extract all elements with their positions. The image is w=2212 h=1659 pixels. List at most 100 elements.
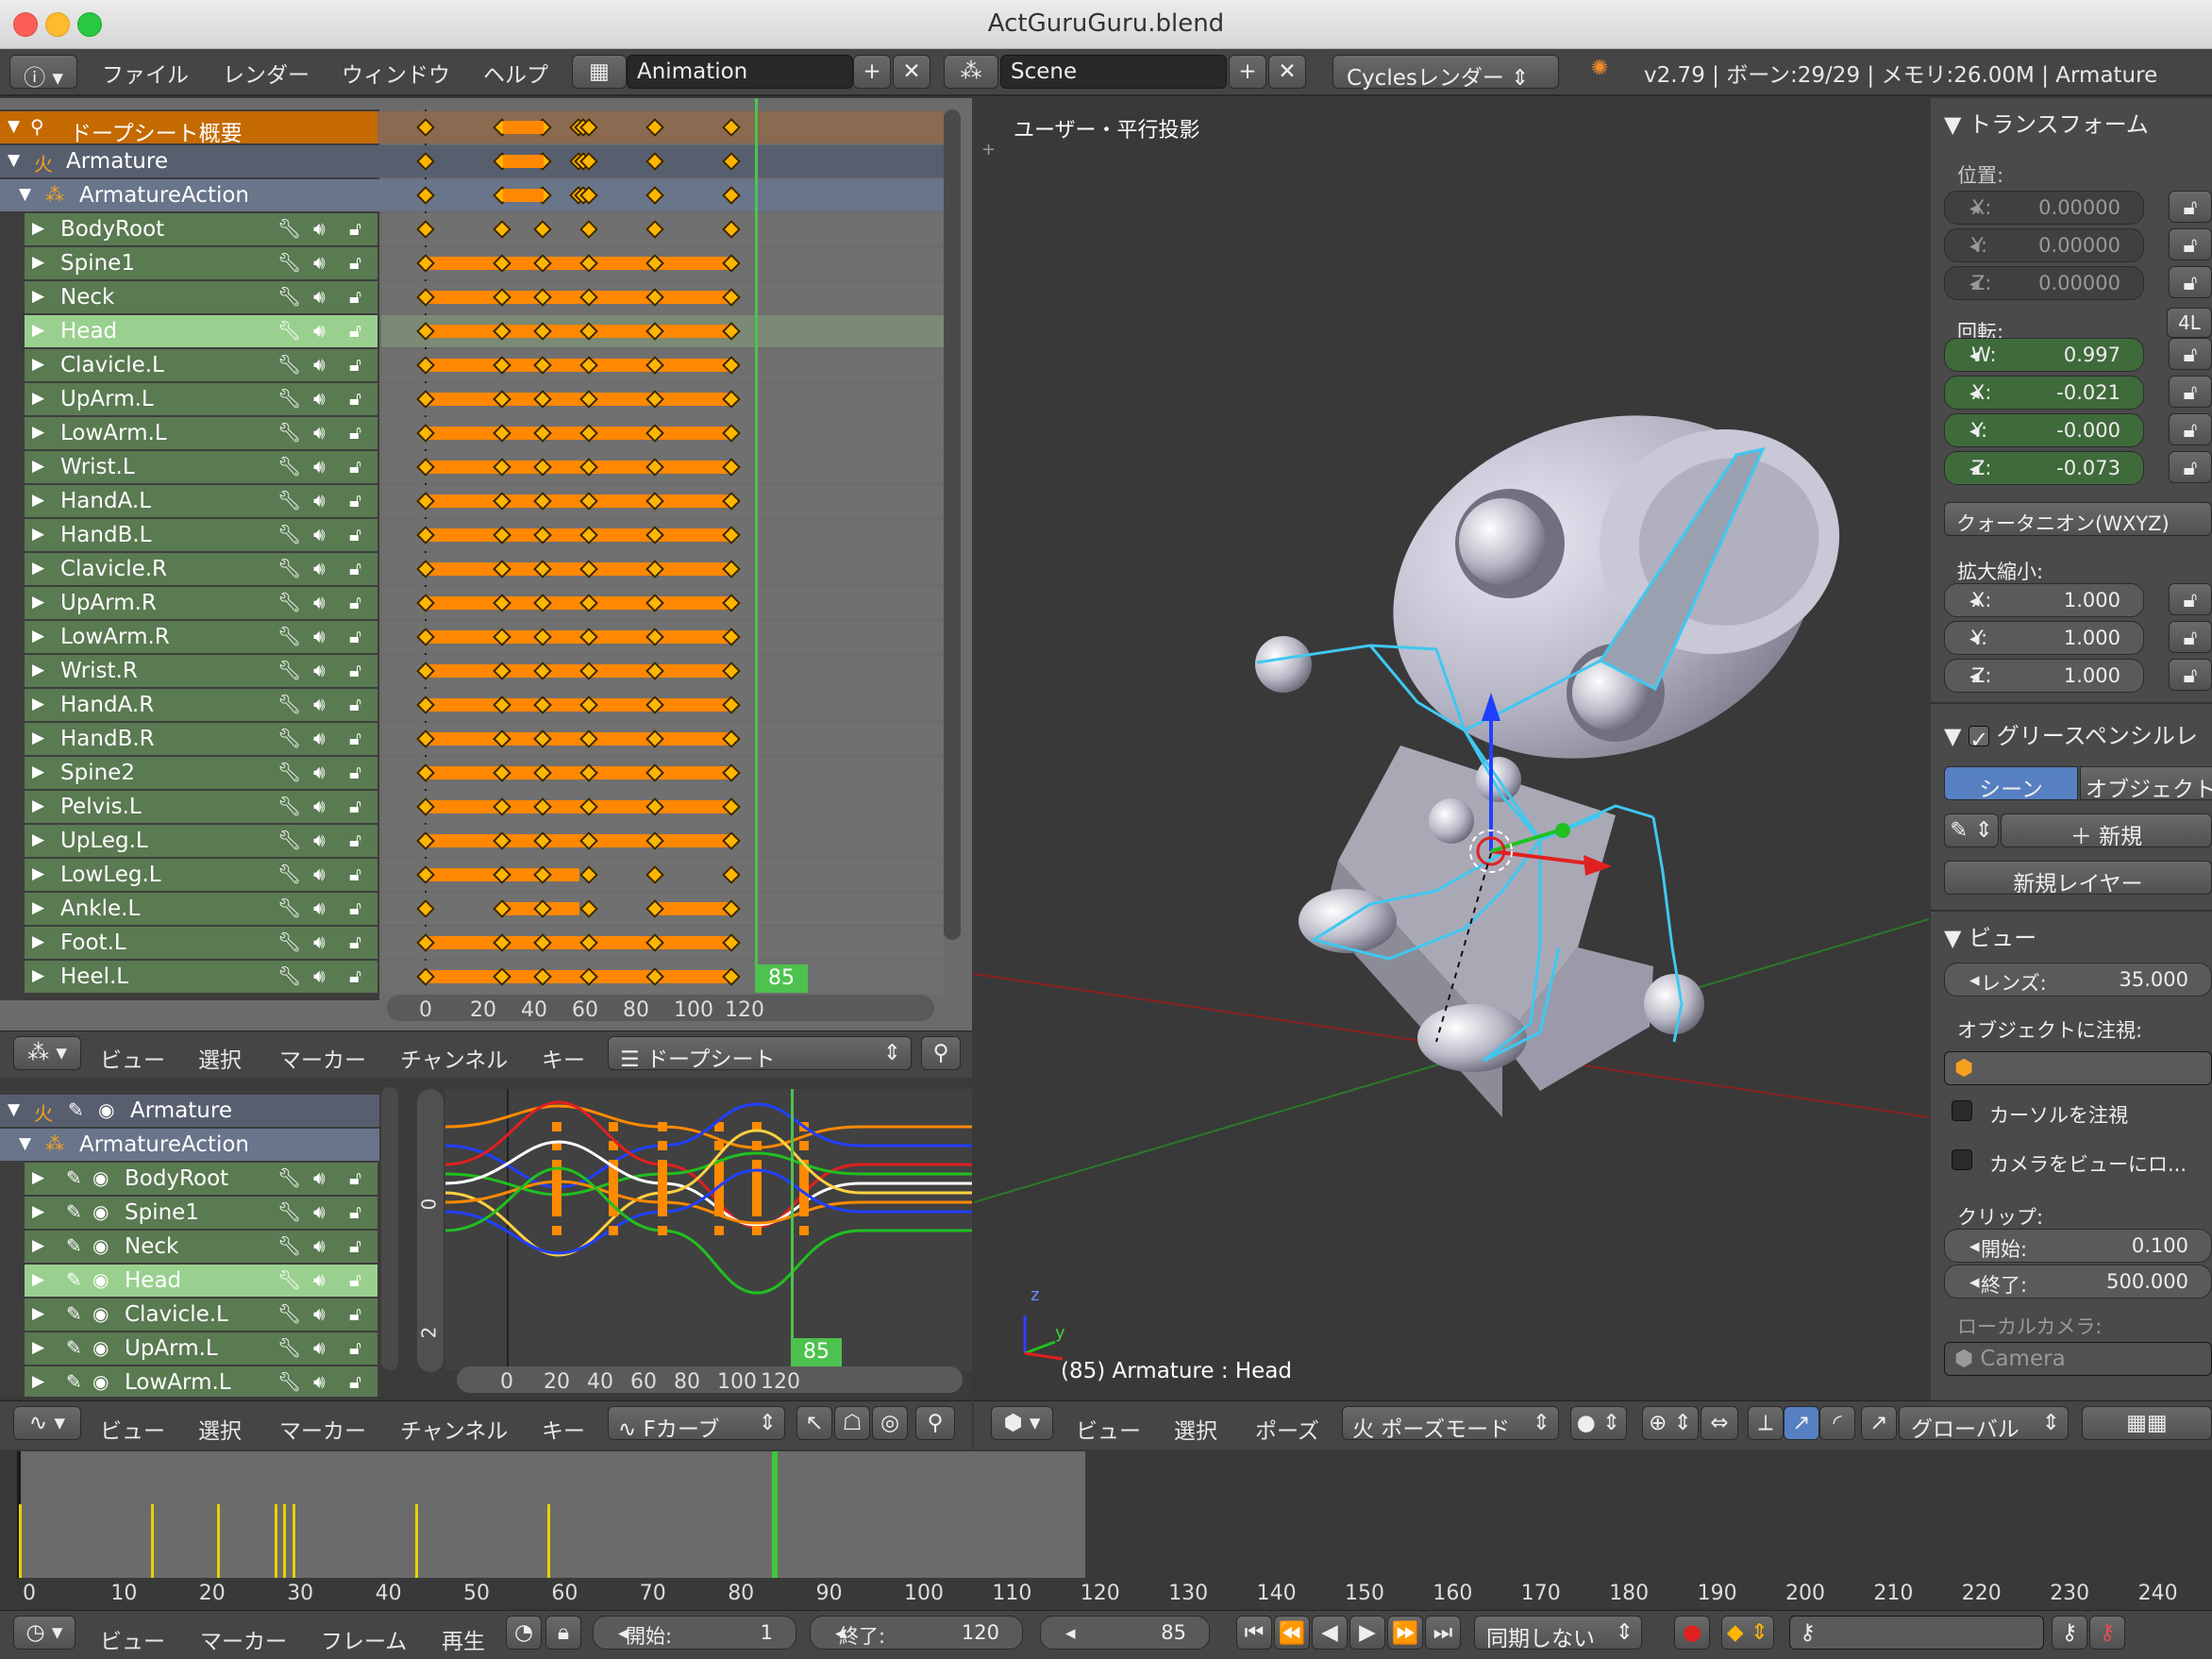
pin-icon[interactable]: ✎ bbox=[68, 1098, 84, 1121]
graph-menu-view[interactable]: ビュー bbox=[100, 1413, 165, 1445]
modifier-wrench-icon[interactable]: 🔧︎ bbox=[277, 1268, 301, 1291]
modifier-wrench-icon[interactable]: 🔧︎ bbox=[277, 1302, 301, 1325]
eye-icon[interactable]: ◉ bbox=[92, 1268, 109, 1291]
dopesheet-ruler[interactable] bbox=[387, 995, 934, 1021]
viewport-menu-view[interactable]: ビュー bbox=[1076, 1413, 1141, 1445]
view-panel-header[interactable]: ▼ ビュー bbox=[1944, 919, 2036, 952]
mute-speaker-icon[interactable]: 🔊︎ bbox=[313, 897, 326, 919]
manipulator-toggle[interactable]: ⇔ bbox=[1701, 1406, 1738, 1440]
expand-triangle-icon[interactable]: ▶ bbox=[32, 219, 44, 238]
channel-row[interactable]: ▶ Heel.L 🔧︎ 🔊︎ 🔓︎ bbox=[25, 961, 377, 993]
timeline-menu-frame[interactable]: フレーム bbox=[321, 1623, 407, 1655]
collapse-triangle-icon[interactable]: ▼ bbox=[19, 1134, 31, 1153]
rotation-mode-dropdown[interactable]: クォータニオン(WXYZ) bbox=[1944, 502, 2212, 536]
mute-speaker-icon[interactable]: 🔊︎ bbox=[313, 659, 326, 681]
mute-speaker-icon[interactable]: 🔊︎ bbox=[313, 285, 326, 308]
modifier-wrench-icon[interactable]: 🔧︎ bbox=[277, 863, 301, 885]
dopesheet-menu-select[interactable]: 選択 bbox=[198, 1042, 242, 1074]
graph-channel-row[interactable]: ▶ ✎ ◉ LowArm.L 🔧︎ 🔊︎ 🔓︎ bbox=[25, 1366, 377, 1397]
graph-mode-dropdown[interactable]: ∿ Fカーブ ⇕ bbox=[608, 1406, 785, 1442]
modifier-wrench-icon[interactable]: 🔧︎ bbox=[277, 795, 301, 817]
graph-armature-channel[interactable]: ▼ ⽕ ✎ ◉ Armature bbox=[0, 1095, 377, 1127]
mute-speaker-icon[interactable]: 🔊︎ bbox=[313, 251, 326, 274]
mute-speaker-icon[interactable]: 🔊︎ bbox=[313, 727, 326, 749]
fcurve-keyframe[interactable] bbox=[799, 1169, 809, 1179]
fcurve-keyframe[interactable] bbox=[658, 1188, 667, 1198]
armature-object-channel[interactable]: ▼ ⽕ Armature bbox=[0, 145, 377, 177]
channel-row[interactable]: ▶ Clavicle.R 🔧︎ 🔊︎ 🔓︎ bbox=[25, 553, 377, 585]
graph-channel-row[interactable]: ▶ ✎ ◉ Neck 🔧︎ 🔊︎ 🔓︎ bbox=[25, 1231, 377, 1263]
dopesheet-menu-marker[interactable]: マーカー bbox=[279, 1042, 366, 1074]
scene-icon[interactable]: ⁂ bbox=[944, 55, 998, 89]
modifier-wrench-icon[interactable]: 🔧︎ bbox=[277, 625, 301, 647]
lock-icon[interactable]: 🔓︎ bbox=[349, 557, 361, 579]
expand-triangle-icon[interactable]: ▶ bbox=[32, 1372, 44, 1391]
fcurve-keyframe[interactable] bbox=[752, 1141, 762, 1150]
gp-new-button[interactable]: ＋ 新規 bbox=[2001, 813, 2212, 849]
lock-camera-checkbox[interactable] bbox=[1952, 1149, 1972, 1170]
graph-menu-marker[interactable]: マーカー bbox=[279, 1413, 366, 1445]
lock-icon[interactable]: 🔓︎ bbox=[349, 591, 361, 613]
fcurve-keyframe[interactable] bbox=[658, 1141, 667, 1150]
mute-speaker-icon[interactable]: 🔊︎ bbox=[313, 1200, 326, 1223]
rotation-field[interactable]: ◂ Y: -0.000 bbox=[1944, 413, 2144, 447]
lock-icon[interactable]: 🔓︎ bbox=[349, 319, 361, 342]
gp-pencil-dropdown[interactable]: ✎ ⇕ bbox=[1944, 813, 1999, 847]
fcurve-keyframe[interactable] bbox=[752, 1179, 762, 1188]
jump-end-button[interactable]: ⏭ bbox=[1425, 1616, 1461, 1650]
timeline-keyframe-marker[interactable] bbox=[547, 1504, 551, 1578]
lock-icon[interactable]: 🔓︎ bbox=[2169, 451, 2212, 483]
mute-speaker-icon[interactable]: 🔊︎ bbox=[313, 829, 326, 851]
grease-pencil-checkbox[interactable]: ✓ bbox=[1969, 726, 1990, 753]
rotation-field[interactable]: ◂ Z: -0.073 bbox=[1944, 451, 2144, 485]
timeline-keyframe-marker[interactable] bbox=[217, 1504, 221, 1578]
fcurve-keyframe[interactable] bbox=[552, 1198, 561, 1207]
screen-layout-icon[interactable]: ▦ bbox=[572, 55, 627, 89]
jump-start-button[interactable]: ⏮ bbox=[1236, 1616, 1272, 1650]
expand-triangle-icon[interactable]: ▶ bbox=[32, 1270, 44, 1289]
modifier-wrench-icon[interactable]: 🔧︎ bbox=[277, 897, 301, 919]
expand-triangle-icon[interactable]: ▶ bbox=[32, 1168, 44, 1187]
eye-icon[interactable]: ◉ bbox=[92, 1370, 109, 1393]
dopesheet-menu-view[interactable]: ビュー bbox=[100, 1042, 165, 1074]
expand-triangle-icon[interactable]: ▶ bbox=[32, 491, 44, 510]
expand-triangle-icon[interactable]: ▶ bbox=[32, 389, 44, 408]
lens-field[interactable]: ◂ レンズ: 35.000 bbox=[1944, 963, 2212, 997]
gp-tab-scene[interactable]: シーン bbox=[1944, 766, 2078, 802]
modifier-wrench-icon[interactable]: 🔧︎ bbox=[277, 1336, 301, 1359]
graph-ruler[interactable] bbox=[457, 1366, 963, 1393]
scale-field[interactable]: ◂ X: 1.000 bbox=[1944, 583, 2144, 617]
channel-row[interactable]: ▶ HandA.R 🔧︎ 🔊︎ 🔓︎ bbox=[25, 689, 377, 721]
fcurve-keyframe[interactable] bbox=[799, 1198, 809, 1207]
fcurve-keyframe[interactable] bbox=[658, 1179, 667, 1188]
fcurve-keyframe[interactable] bbox=[799, 1226, 809, 1235]
fcurve-keyframe[interactable] bbox=[552, 1122, 561, 1131]
graph-editor-type-button[interactable]: ∿ ▾ bbox=[13, 1406, 81, 1440]
lock-icon[interactable]: 🔓︎ bbox=[349, 1302, 361, 1325]
modifier-wrench-icon[interactable]: 🔧︎ bbox=[277, 930, 301, 953]
fcurve-keyframe[interactable] bbox=[714, 1226, 724, 1235]
channel-row[interactable]: ▶ Wrist.L 🔧︎ 🔊︎ 🔓︎ bbox=[25, 451, 377, 483]
fcurve-keyframe[interactable] bbox=[752, 1188, 762, 1198]
fcurve-keyframe[interactable] bbox=[752, 1198, 762, 1207]
gp-new-layer-button[interactable]: 新規レイヤー bbox=[1944, 861, 2212, 897]
timeline-keyframe-marker[interactable] bbox=[292, 1504, 295, 1578]
location-field[interactable]: ◂ X: 0.00000 bbox=[1944, 191, 2144, 225]
lock-icon[interactable]: 🔓︎ bbox=[349, 217, 361, 240]
expand-triangle-icon[interactable]: ▶ bbox=[32, 796, 44, 815]
channel-row[interactable]: ▶ Ankle.L 🔧︎ 🔊︎ 🔓︎ bbox=[25, 893, 377, 925]
rotation-field[interactable]: ◂ X: -0.021 bbox=[1944, 376, 2144, 410]
add-screen-button[interactable]: + bbox=[853, 55, 891, 89]
fcurve-keyframe[interactable] bbox=[799, 1141, 809, 1150]
clip-end-field[interactable]: ◂ 終了: 500.000 bbox=[1944, 1265, 2212, 1299]
timeline-menu-marker[interactable]: マーカー bbox=[200, 1623, 287, 1655]
expand-triangle-icon[interactable]: ▶ bbox=[32, 559, 44, 578]
modifier-wrench-icon[interactable]: 🔧︎ bbox=[277, 964, 301, 987]
channel-row[interactable]: ▶ UpLeg.L 🔧︎ 🔊︎ 🔓︎ bbox=[25, 825, 377, 857]
transform-panel-header[interactable]: ▼ トランスフォーム bbox=[1944, 106, 2149, 139]
mute-speaker-icon[interactable]: 🔊︎ bbox=[313, 353, 326, 376]
pin-icon[interactable]: ✎ bbox=[66, 1200, 82, 1223]
viewport-menu-pose[interactable]: ポーズ bbox=[1255, 1413, 1319, 1445]
graph-menu-channel[interactable]: チャンネル bbox=[400, 1413, 508, 1445]
fcurve-keyframe[interactable] bbox=[799, 1179, 809, 1188]
